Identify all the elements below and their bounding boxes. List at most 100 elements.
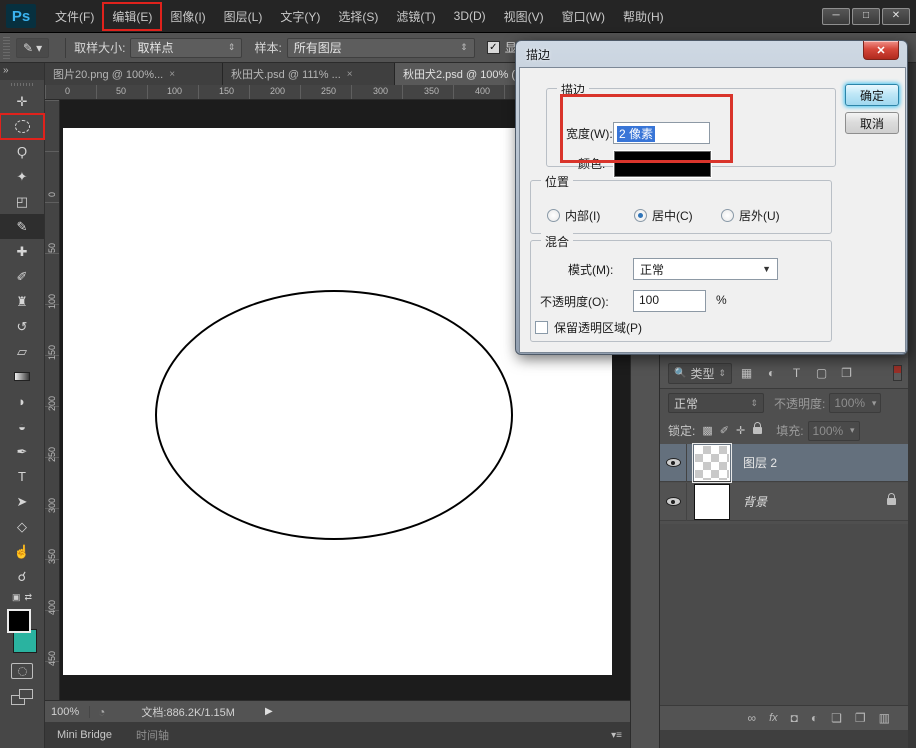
radio-icon bbox=[721, 209, 734, 222]
eraser-tool[interactable]: ▱ bbox=[0, 339, 44, 364]
tab-close-icon[interactable]: × bbox=[347, 69, 353, 80]
preserve-transparency-checkbox[interactable] bbox=[535, 321, 548, 334]
shape-tool[interactable]: ◇ bbox=[0, 514, 44, 539]
lock-position-icon[interactable]: ✛ bbox=[736, 424, 745, 437]
layer-name[interactable]: 图层 2 bbox=[743, 454, 777, 471]
quick-mask-button[interactable] bbox=[11, 663, 33, 679]
status-menu-arrow-icon[interactable]: ▶ bbox=[265, 706, 273, 717]
radio-inside[interactable]: 内部(I) bbox=[547, 207, 600, 224]
hand-icon: ☝ bbox=[14, 545, 30, 558]
filter-kind-label: 类型 bbox=[690, 365, 714, 382]
menu-filter[interactable]: 滤镜(T) bbox=[387, 3, 444, 30]
filter-shape-layers-icon[interactable]: ▢ bbox=[811, 366, 832, 380]
visibility-cell[interactable] bbox=[660, 483, 687, 521]
menu-window[interactable]: 窗口(W) bbox=[553, 3, 614, 30]
document-tab-2[interactable]: 秋田犬.psd @ 111% ... × bbox=[223, 63, 395, 85]
menu-select[interactable]: 选择(S) bbox=[329, 3, 387, 30]
eyedropper-tool[interactable]: ✎ bbox=[0, 214, 44, 239]
swap-colors-icon[interactable]: ⇄ bbox=[24, 592, 32, 603]
type-tool[interactable]: T bbox=[0, 464, 44, 489]
layer-style-icon[interactable]: fx bbox=[769, 712, 778, 724]
menu-type[interactable]: 文字(Y) bbox=[271, 3, 329, 30]
lock-transparency-icon[interactable]: ▩ bbox=[702, 424, 712, 437]
cancel-button[interactable]: 取消 bbox=[845, 112, 899, 134]
dialog-body: 描边 宽度(W): 2 像素 颜色: 确定 取消 位置 bbox=[519, 67, 906, 353]
maximize-button[interactable]: □ bbox=[852, 8, 880, 25]
dodge-icon: ◒ bbox=[18, 420, 26, 433]
panel-menu-icon[interactable]: ▾≡ bbox=[611, 730, 622, 741]
show-sampling-ring-checkbox[interactable]: ✓ bbox=[487, 41, 500, 54]
tab-mini-bridge[interactable]: Mini Bridge bbox=[45, 725, 124, 745]
zoom-level-field[interactable]: 100% bbox=[45, 706, 90, 718]
menu-edit[interactable]: 编辑(E) bbox=[103, 3, 161, 30]
filter-kind-select[interactable]: 🔍 类型 ⇕ bbox=[668, 363, 732, 384]
clone-stamp-tool[interactable]: ♜ bbox=[0, 289, 44, 314]
magic-wand-tool[interactable]: ✦ bbox=[0, 164, 44, 189]
radio-center[interactable]: 居中(C) bbox=[634, 207, 693, 224]
move-tool[interactable]: ✛ bbox=[0, 89, 44, 114]
menu-file[interactable]: 文件(F) bbox=[46, 3, 103, 30]
ok-button[interactable]: 确定 bbox=[845, 84, 899, 106]
foreground-color-swatch[interactable] bbox=[7, 609, 31, 633]
tab-timeline[interactable]: 时间轴 bbox=[124, 723, 181, 747]
path-selection-tool[interactable]: ➤ bbox=[0, 489, 44, 514]
blur-tool[interactable]: ◗ bbox=[0, 389, 44, 414]
link-layers-icon[interactable]: ∞ bbox=[748, 711, 757, 725]
layer-thumbnail[interactable] bbox=[695, 485, 729, 519]
menu-help[interactable]: 帮助(H) bbox=[614, 3, 673, 30]
path-selection-icon: ➤ bbox=[17, 495, 28, 508]
document-tab-1[interactable]: 图片20.png @ 100%... × bbox=[45, 63, 223, 85]
layer-name[interactable]: 背景 bbox=[743, 493, 767, 510]
filter-adjustment-layers-icon[interactable]: ◐ bbox=[761, 366, 782, 380]
crop-tool[interactable]: ◰ bbox=[0, 189, 44, 214]
layer-row-layer2[interactable]: 图层 2 bbox=[660, 444, 908, 482]
sample-size-select[interactable]: 取样点 ⇕ bbox=[130, 38, 242, 58]
history-brush-tool[interactable]: ↺ bbox=[0, 314, 44, 339]
current-tool-chip[interactable]: ✎ ▾ bbox=[16, 38, 49, 58]
adjustment-layer-icon[interactable]: ◐ bbox=[811, 711, 818, 725]
filter-type-layers-icon[interactable]: T bbox=[786, 366, 807, 380]
options-bar-grip[interactable] bbox=[3, 37, 10, 59]
tab-close-icon[interactable]: × bbox=[169, 69, 175, 80]
visibility-cell[interactable] bbox=[660, 444, 687, 482]
menu-3d[interactable]: 3D(D) bbox=[445, 4, 495, 28]
filter-pixel-layers-icon[interactable]: ▦ bbox=[736, 366, 757, 380]
pen-tool[interactable]: ✒ bbox=[0, 439, 44, 464]
dodge-tool[interactable]: ◒ bbox=[0, 414, 44, 439]
lock-pixels-icon[interactable]: ✐ bbox=[720, 424, 729, 437]
tool-panel-collapse[interactable]: » bbox=[0, 63, 44, 80]
filter-smart-objects-icon[interactable]: ❐ bbox=[836, 366, 857, 380]
hand-tool[interactable]: ☝ bbox=[0, 539, 44, 564]
new-group-icon[interactable]: ❏ bbox=[831, 711, 842, 725]
dialog-opacity-input[interactable]: 100 bbox=[633, 290, 706, 312]
layer-thumbnail[interactable] bbox=[695, 446, 729, 480]
screen-mode-button[interactable] bbox=[11, 689, 33, 705]
healing-brush-tool[interactable]: ✚ bbox=[0, 239, 44, 264]
gradient-tool[interactable] bbox=[0, 364, 44, 389]
ruler-tick: 50 bbox=[116, 86, 126, 96]
new-layer-icon[interactable]: ❐ bbox=[855, 711, 866, 725]
minimize-button[interactable]: ─ bbox=[822, 8, 850, 25]
menu-image[interactable]: 图像(I) bbox=[161, 3, 214, 30]
mode-select[interactable]: 正常 ▼ bbox=[633, 258, 778, 280]
brush-tool[interactable]: ✐ bbox=[0, 264, 44, 289]
radio-outside[interactable]: 居外(U) bbox=[721, 207, 780, 224]
tool-panel-grip[interactable] bbox=[0, 80, 44, 89]
menu-view[interactable]: 视图(V) bbox=[495, 3, 553, 30]
default-colors-icon[interactable]: ▣ bbox=[12, 592, 21, 603]
dialog-close-button[interactable]: ✕ bbox=[863, 41, 899, 60]
layer-mask-icon[interactable]: ◘ bbox=[791, 711, 798, 725]
delete-layer-icon[interactable]: ▥ bbox=[879, 711, 890, 725]
layer-row-background[interactable]: 背景 bbox=[660, 483, 908, 521]
opacity-field[interactable]: 100% ▾ bbox=[829, 393, 881, 413]
lock-all-icon[interactable] bbox=[753, 427, 762, 434]
close-button[interactable]: ✕ bbox=[882, 8, 910, 25]
zoom-tool[interactable]: ☌ bbox=[0, 564, 44, 589]
blend-mode-select[interactable]: 正常 ⇕ bbox=[668, 393, 764, 413]
filter-toggle-icon[interactable] bbox=[893, 365, 902, 381]
sample-select[interactable]: 所有图层 ⇕ bbox=[287, 38, 475, 58]
fill-field[interactable]: 100% ▾ bbox=[808, 421, 860, 441]
lasso-tool[interactable]: Ϙ bbox=[0, 139, 44, 164]
elliptical-marquee-tool[interactable] bbox=[0, 114, 44, 139]
menu-layer[interactable]: 图层(L) bbox=[215, 3, 272, 30]
